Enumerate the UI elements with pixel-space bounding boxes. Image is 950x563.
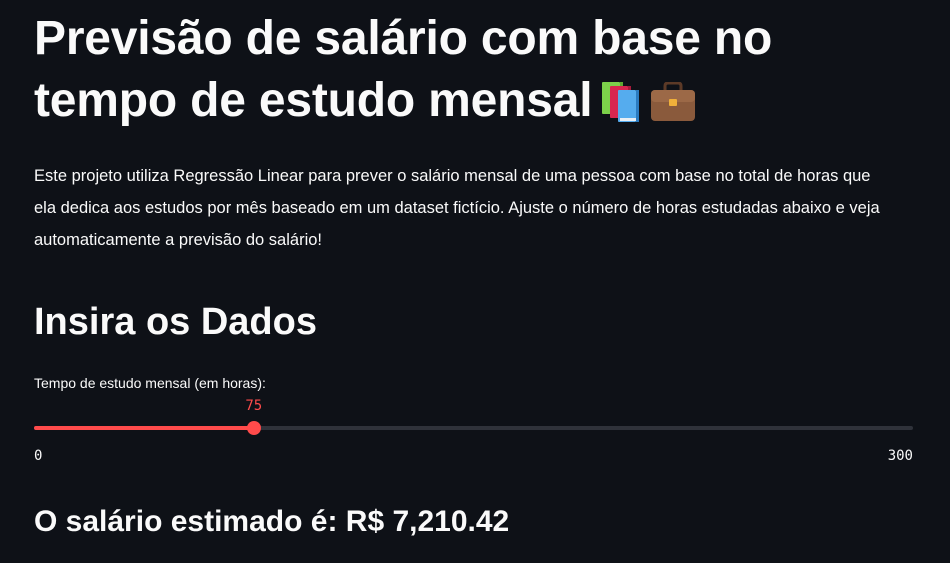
study-hours-slider[interactable]: 75 0 300	[34, 396, 913, 466]
slider-max-label: 300	[887, 448, 913, 464]
slider-min-label: 0	[34, 448, 43, 464]
section-title: Insira os Dados	[34, 301, 317, 343]
slider-label: Tempo de estudo mensal (em horas):	[34, 375, 266, 391]
page-title: Previsão de salário com base no tempo de…	[34, 8, 914, 132]
app-main: Previsão de salário com base no tempo de…	[0, 0, 950, 563]
description-text: Este projeto utiliza Regressão Linear pa…	[34, 167, 880, 249]
result-text: O salário estimado é: R$ 7,210.42	[34, 505, 510, 538]
briefcase-icon	[650, 82, 696, 122]
books-icon	[602, 82, 640, 122]
slider-current-value: 75	[245, 398, 263, 414]
slider-track[interactable]	[34, 426, 913, 430]
slider-track-fill	[34, 426, 254, 430]
slider-thumb[interactable]	[246, 421, 261, 435]
